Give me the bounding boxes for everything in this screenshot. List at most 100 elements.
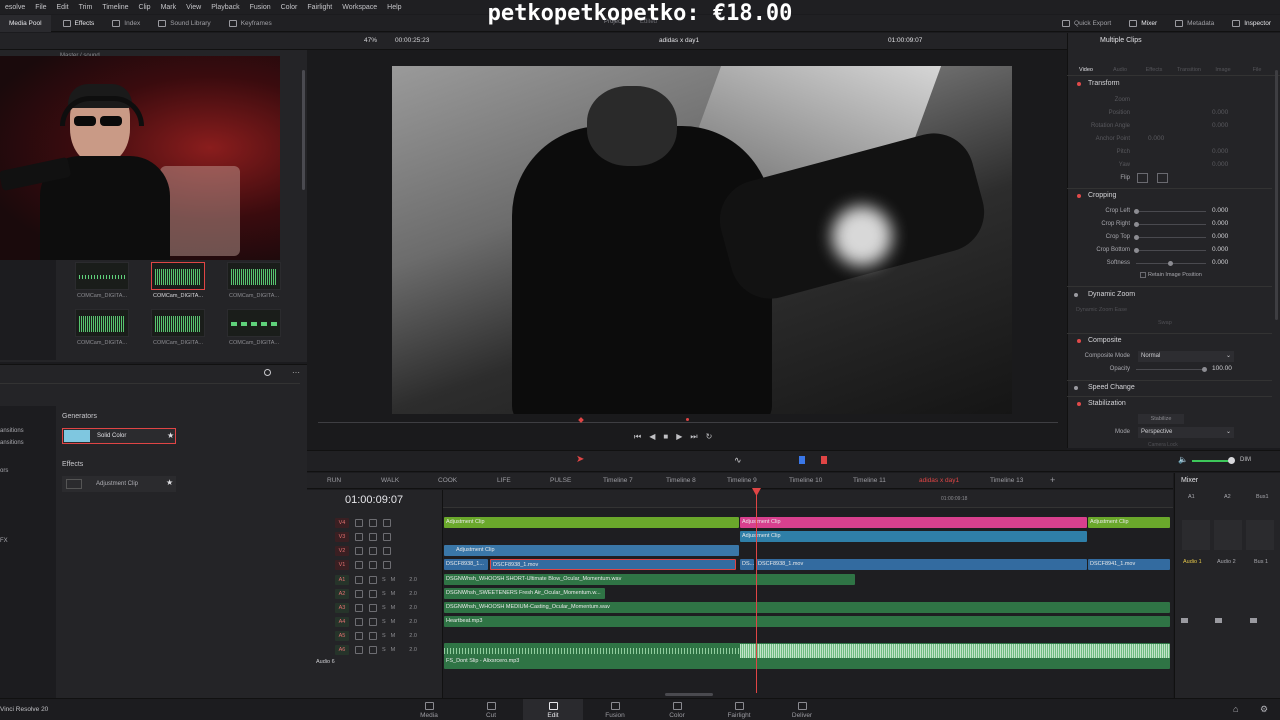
mixer-channel-bus1[interactable] (1246, 520, 1274, 550)
solo-button[interactable]: S (382, 633, 386, 639)
page-tab-color[interactable]: Color (647, 699, 707, 719)
swap-button[interactable]: Swap (1158, 320, 1172, 326)
add-timeline-icon[interactable]: + (1050, 475, 1055, 485)
category-generators[interactable]: ors (0, 468, 8, 474)
home-icon[interactable]: ⌂ (1233, 704, 1238, 714)
timeline-clip[interactable]: DS... (740, 559, 754, 570)
audio-clip[interactable]: Heartbeat.mp3 (444, 616, 1170, 627)
menu-item-color[interactable]: Color (276, 4, 303, 11)
snapping-icon[interactable]: ∿ (734, 455, 742, 466)
crop-top-handle[interactable] (1134, 235, 1139, 240)
menu-item-fusion[interactable]: Fusion (245, 4, 276, 11)
adjustment-clip-item[interactable]: Adjustment Clip ★ (62, 476, 176, 492)
timeline-scrollbar[interactable] (665, 693, 713, 696)
category-transitions[interactable]: ansitions (0, 428, 24, 434)
link-icon[interactable] (369, 603, 377, 612)
crop-bottom-slider[interactable] (1136, 250, 1206, 251)
category-fx[interactable]: FX (0, 538, 8, 544)
tab-file[interactable]: File (1242, 67, 1272, 73)
viewer-scrubber[interactable] (318, 422, 1058, 423)
lock-icon[interactable] (355, 518, 363, 527)
menu-item-file[interactable]: File (30, 4, 51, 11)
position-value[interactable]: 0.000 (1212, 109, 1228, 116)
zoom-level[interactable]: 47% (364, 37, 377, 44)
playhead-line[interactable] (756, 488, 757, 693)
lock-icon[interactable] (355, 631, 363, 640)
cropping-enable-icon[interactable] (1077, 194, 1081, 198)
link-icon[interactable] (369, 617, 377, 626)
audio-clip[interactable]: DSGNWhsh_WHOOSH SHORT-Ultimate Blow_Ocul… (444, 574, 855, 585)
fader-bus1[interactable] (1250, 618, 1257, 623)
page-tab-deliver[interactable]: Deliver (772, 699, 832, 719)
flag-icon[interactable] (799, 456, 805, 464)
loop-icon[interactable]: ↻ (706, 432, 713, 442)
menu-item-mark[interactable]: Mark (156, 4, 182, 11)
mixer-channel-a1[interactable] (1182, 520, 1210, 550)
monitor-icon[interactable] (383, 546, 391, 555)
solo-button[interactable]: S (382, 619, 386, 625)
solo-button[interactable]: S (382, 577, 386, 583)
crop-right-handle[interactable] (1134, 222, 1139, 227)
clip-thumbnail[interactable] (227, 262, 281, 290)
timeline-tab[interactable]: Timeline 7 (603, 477, 633, 484)
tab-audio[interactable]: Audio (1106, 67, 1134, 73)
play-reverse-icon[interactable]: ◀ (649, 432, 655, 442)
mute-button[interactable]: M (391, 619, 396, 625)
timeline-clip[interactable]: Adjustment Clip (444, 545, 739, 556)
speed-change-enable-icon[interactable] (1074, 386, 1078, 390)
clip-thumbnail-selected[interactable] (151, 262, 205, 290)
crop-top-slider[interactable] (1136, 237, 1206, 238)
transform-enable-icon[interactable] (1077, 82, 1081, 86)
page-tab-media[interactable]: Media (399, 699, 459, 719)
timeline-clip[interactable]: DSCF8938_1.mov (756, 559, 1087, 570)
media-pool-scrollbar[interactable] (302, 70, 305, 190)
lock-icon[interactable] (355, 645, 363, 654)
crop-right-slider[interactable] (1136, 224, 1206, 225)
timeline-tab[interactable]: Timeline 8 (666, 477, 696, 484)
stabilize-button[interactable]: Stabilize (1138, 414, 1184, 424)
crop-left-handle[interactable] (1134, 209, 1139, 214)
timeline-clip[interactable]: DSCF8941_1.mov (1088, 559, 1170, 570)
menu-item-workspace[interactable]: Workspace (337, 4, 382, 11)
opacity-handle[interactable] (1202, 367, 1207, 372)
inspector-scrollbar[interactable] (1275, 70, 1278, 320)
menu-item-trim[interactable]: Trim (74, 4, 98, 11)
lock-icon[interactable] (355, 546, 363, 555)
softness-handle[interactable] (1168, 261, 1173, 266)
speaker-icon[interactable]: 🔈 (1178, 455, 1188, 464)
solo-button[interactable]: S (382, 591, 386, 597)
stop-icon[interactable]: ■ (663, 432, 668, 442)
category-audio-transitions[interactable]: ansitions (0, 440, 24, 446)
solo-button[interactable]: S (382, 605, 386, 611)
lock-icon[interactable] (355, 532, 363, 541)
mute-button[interactable]: M (391, 605, 396, 611)
favorite-star-icon[interactable]: ★ (167, 431, 174, 440)
anchor-value[interactable]: 0.000 (1148, 135, 1164, 142)
timeline-clip[interactable]: Adjustment Clip (740, 531, 1087, 542)
more-options-icon[interactable]: ⋯ (292, 368, 300, 377)
timeline-clip[interactable]: Adjustment Clip (444, 517, 739, 528)
timeline-ruler[interactable] (443, 490, 1173, 508)
tab-transition[interactable]: Transition (1174, 67, 1204, 73)
timeline-tab[interactable]: Timeline 10 (789, 477, 822, 484)
favorite-star-icon[interactable]: ★ (166, 478, 173, 487)
stabilization-enable-icon[interactable] (1077, 402, 1081, 406)
yaw-value[interactable]: 0.000 (1212, 161, 1228, 168)
flip-vertical-icon[interactable] (1157, 173, 1168, 183)
tab-video[interactable]: Video (1072, 67, 1100, 73)
fader-a1[interactable] (1181, 618, 1188, 623)
clip-thumbnail[interactable] (75, 262, 129, 290)
rotation-value[interactable]: 0.000 (1212, 122, 1228, 129)
master-volume-slider[interactable] (1192, 460, 1232, 462)
quick-export-button[interactable]: Quick Export (1053, 15, 1120, 32)
link-icon[interactable] (369, 575, 377, 584)
timeline-tab[interactable]: Timeline 11 (853, 477, 886, 484)
composite-enable-icon[interactable] (1077, 339, 1081, 343)
page-tab-edit[interactable]: Edit (523, 699, 583, 720)
link-icon[interactable] (369, 518, 377, 527)
flip-horizontal-icon[interactable] (1137, 173, 1148, 183)
menu-item-clip[interactable]: Clip (134, 4, 156, 11)
clip-thumbnail[interactable] (151, 309, 205, 337)
mixer-channel-a2[interactable] (1214, 520, 1242, 550)
timeline-tab[interactable]: COOK (438, 477, 457, 484)
